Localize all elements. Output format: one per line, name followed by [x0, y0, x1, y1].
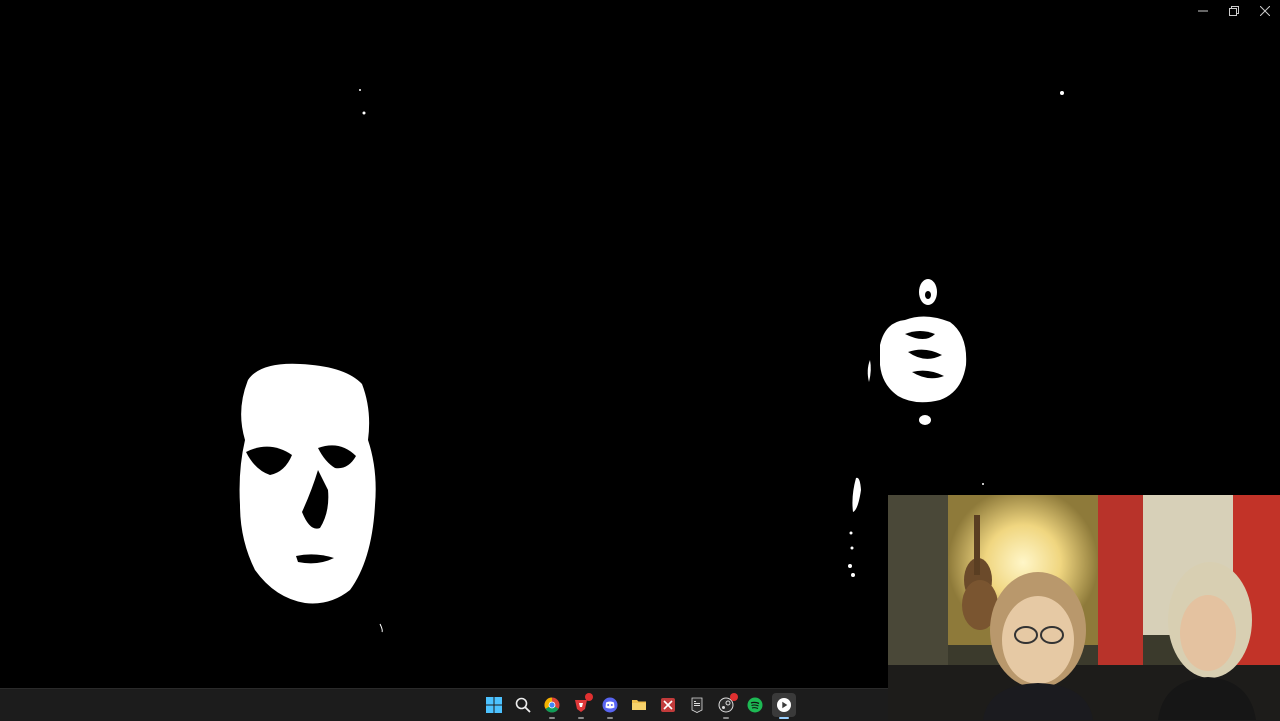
spotify-icon: [747, 697, 763, 713]
media-player-button[interactable]: [772, 693, 796, 719]
discord-icon: [602, 697, 618, 713]
taskbar-icons: [482, 693, 796, 719]
epic-games-button[interactable]: [685, 693, 709, 717]
file-explorer-button[interactable]: [627, 693, 651, 717]
red-app-button[interactable]: [569, 693, 593, 719]
notification-badge: [585, 693, 593, 701]
running-indicator: [607, 717, 613, 719]
start-icon: [486, 697, 502, 713]
notification-badge: [730, 693, 738, 701]
file-explorer-icon: [632, 700, 646, 710]
search-icon: [515, 697, 531, 713]
steam-button[interactable]: [714, 693, 738, 719]
spotify-button[interactable]: [743, 693, 767, 717]
webcam-overlay: [888, 495, 1280, 720]
running-indicator: [779, 717, 789, 719]
epic-games-icon: [691, 697, 703, 713]
search-button[interactable]: [511, 693, 535, 717]
webcam-feed: [888, 495, 1280, 720]
app-button[interactable]: [656, 693, 680, 717]
running-indicator: [723, 717, 729, 719]
start-button[interactable]: [482, 693, 506, 717]
mask-face-left: [239, 363, 376, 604]
chrome-icon: [544, 697, 560, 713]
chrome-button[interactable]: [540, 693, 564, 719]
running-indicator: [578, 717, 584, 719]
media-player-icon: [777, 698, 791, 712]
app-icon: [661, 698, 675, 712]
running-indicator: [549, 717, 555, 719]
discord-button[interactable]: [598, 693, 622, 719]
